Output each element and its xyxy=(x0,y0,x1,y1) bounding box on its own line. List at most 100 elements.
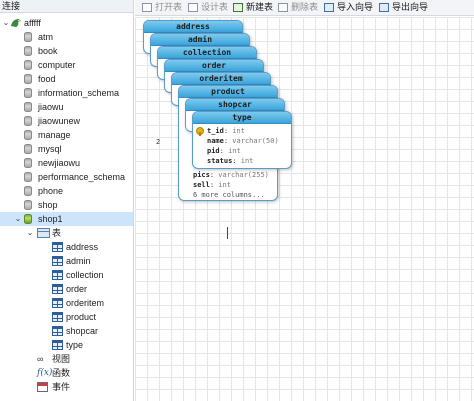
tree-item-table-address[interactable]: address xyxy=(0,240,133,254)
column-type: int xyxy=(232,127,245,135)
open-table-icon xyxy=(142,3,152,12)
tree-item-label: admin xyxy=(66,256,91,266)
tree-item-label: orderitem xyxy=(66,298,105,308)
tree-item-database-mysql[interactable]: mysql xyxy=(0,142,133,156)
column-row: status: int xyxy=(207,156,287,166)
table-icon xyxy=(52,312,63,322)
tree-item-table-collection[interactable]: collection xyxy=(0,268,133,282)
tree-item-tables-folder[interactable]: ⌄ 表 xyxy=(0,226,133,240)
tree-item-database-atm[interactable]: atm xyxy=(0,30,133,44)
tree-item-label: 表 xyxy=(52,228,62,238)
tree-item-label: 视图 xyxy=(52,354,71,364)
tree-item-label: product xyxy=(66,312,97,322)
tree-item-label: jiaowunew xyxy=(38,116,81,126)
import-wizard-icon xyxy=(324,3,334,12)
column-name: name xyxy=(207,137,224,145)
event-calendar-icon xyxy=(37,382,48,392)
column-name: pics xyxy=(193,171,210,179)
tree-item-label: jiaowu xyxy=(38,102,64,112)
database-icon xyxy=(24,200,32,210)
tree-item-database-phone[interactable]: phone xyxy=(0,184,133,198)
tree-item-database-book[interactable]: book xyxy=(0,44,133,58)
tree-item-label: manage xyxy=(38,130,71,140)
relation-line xyxy=(227,227,228,239)
column-separator: : xyxy=(219,147,229,155)
tree-item-table-type[interactable]: type xyxy=(0,338,133,352)
object-toolbar: 打开表 设计表 新建表 删除表 导入向导 导出向导 xyxy=(135,0,474,16)
tree-item-database-computer[interactable]: computer xyxy=(0,58,133,72)
table-card-title: address xyxy=(144,21,242,33)
column-type: varchar(50) xyxy=(232,137,279,145)
tree-item-database-jiaowunew[interactable]: jiaowunew xyxy=(0,114,133,128)
tree-item-label: shop xyxy=(38,200,58,210)
tree-item-table-admin[interactable]: admin xyxy=(0,254,133,268)
tree-item-events-folder[interactable]: 事件 xyxy=(0,380,133,394)
tree-item-database-food[interactable]: food xyxy=(0,72,133,86)
connection-navigator: 连接 ⌄ afffff atm book computer food information… xyxy=(0,0,134,401)
tree-item-label: book xyxy=(38,46,58,56)
tree-item-label: type xyxy=(66,340,84,350)
hidden-card-text: 2 xyxy=(156,138,161,146)
tables-folder-icon xyxy=(37,228,50,238)
table-card-type[interactable]: type t_id: int name: varchar(50) pid: int st… xyxy=(192,111,292,169)
database-icon xyxy=(24,130,32,140)
tree-item-label: afffff xyxy=(24,18,41,28)
tree-item-connection-afffff[interactable]: ⌄ afffff xyxy=(0,16,133,30)
tree-item-table-product[interactable]: product xyxy=(0,310,133,324)
mysql-connection-icon xyxy=(10,18,22,28)
tree-item-label: atm xyxy=(38,32,54,42)
tree-item-label: performance_schema xyxy=(38,172,126,182)
table-icon xyxy=(52,284,63,294)
tree-item-table-orderitem[interactable]: orderitem xyxy=(0,296,133,310)
tree-item-label: shopcar xyxy=(66,326,99,336)
tree-item-table-order[interactable]: order xyxy=(0,282,133,296)
tree-item-functions-folder[interactable]: f(x) 函数 xyxy=(0,366,133,380)
column-row: name: varchar(50) xyxy=(207,136,287,146)
open-database-icon xyxy=(24,214,32,224)
function-icon: f(x) xyxy=(37,368,53,378)
chevron-down-icon[interactable]: ⌄ xyxy=(14,212,22,226)
column-type: varchar(255) xyxy=(218,171,269,179)
table-card-title: admin xyxy=(151,34,249,46)
chevron-down-icon[interactable]: ⌄ xyxy=(26,226,34,240)
navigator-header: 连接 xyxy=(0,0,133,13)
table-icon xyxy=(52,326,63,336)
er-diagram-canvas[interactable]: 2 address admin collection order orderitem pr… xyxy=(135,17,474,401)
new-table-icon xyxy=(233,3,243,12)
column-row: pics: varchar(255) xyxy=(193,170,273,180)
tree-item-database-newjiaowu[interactable]: newjiaowu xyxy=(0,156,133,170)
column-name: pid xyxy=(207,147,220,155)
column-name: t_id xyxy=(207,127,224,135)
tree-item-database-manage[interactable]: manage xyxy=(0,128,133,142)
tree-item-table-shopcar[interactable]: shopcar xyxy=(0,324,133,338)
design-table-label: 设计表 xyxy=(201,2,229,12)
column-type: int xyxy=(228,147,241,155)
tree-item-label: computer xyxy=(38,60,76,70)
column-type: int xyxy=(240,157,254,165)
database-icon xyxy=(24,88,32,98)
column-row: pid: int xyxy=(207,146,287,156)
tree-item-database-jiaowu[interactable]: jiaowu xyxy=(0,100,133,114)
tree-item-database-performance-schema[interactable]: performance_schema xyxy=(0,170,133,184)
tree-item-views-folder[interactable]: ∞ 视图 xyxy=(0,352,133,366)
table-card-title: shopcar xyxy=(186,99,284,111)
database-icon xyxy=(24,186,32,196)
tree-item-database-shop[interactable]: shop xyxy=(0,198,133,212)
tree-item-label: information_schema xyxy=(38,88,120,98)
table-card-title: product xyxy=(179,86,277,98)
tree-item-label: order xyxy=(66,284,88,294)
table-icon xyxy=(52,256,63,266)
tree-item-label: mysql xyxy=(38,144,62,154)
chevron-down-icon[interactable]: ⌄ xyxy=(2,16,10,30)
column-name: status xyxy=(207,157,233,165)
column-name: sell xyxy=(193,181,210,189)
column-row: sell: int xyxy=(193,180,273,190)
table-card-title: type xyxy=(193,112,291,124)
tree-item-label: shop1 xyxy=(38,214,63,224)
tree-item-label: food xyxy=(38,74,56,84)
database-icon xyxy=(24,32,32,42)
tree-item-database-information-schema[interactable]: information_schema xyxy=(0,86,133,100)
export-wizard-label: 导出向导 xyxy=(392,2,429,12)
column-type: int xyxy=(218,181,231,189)
tree-item-database-shop1[interactable]: ⌄ shop1 xyxy=(0,212,133,226)
